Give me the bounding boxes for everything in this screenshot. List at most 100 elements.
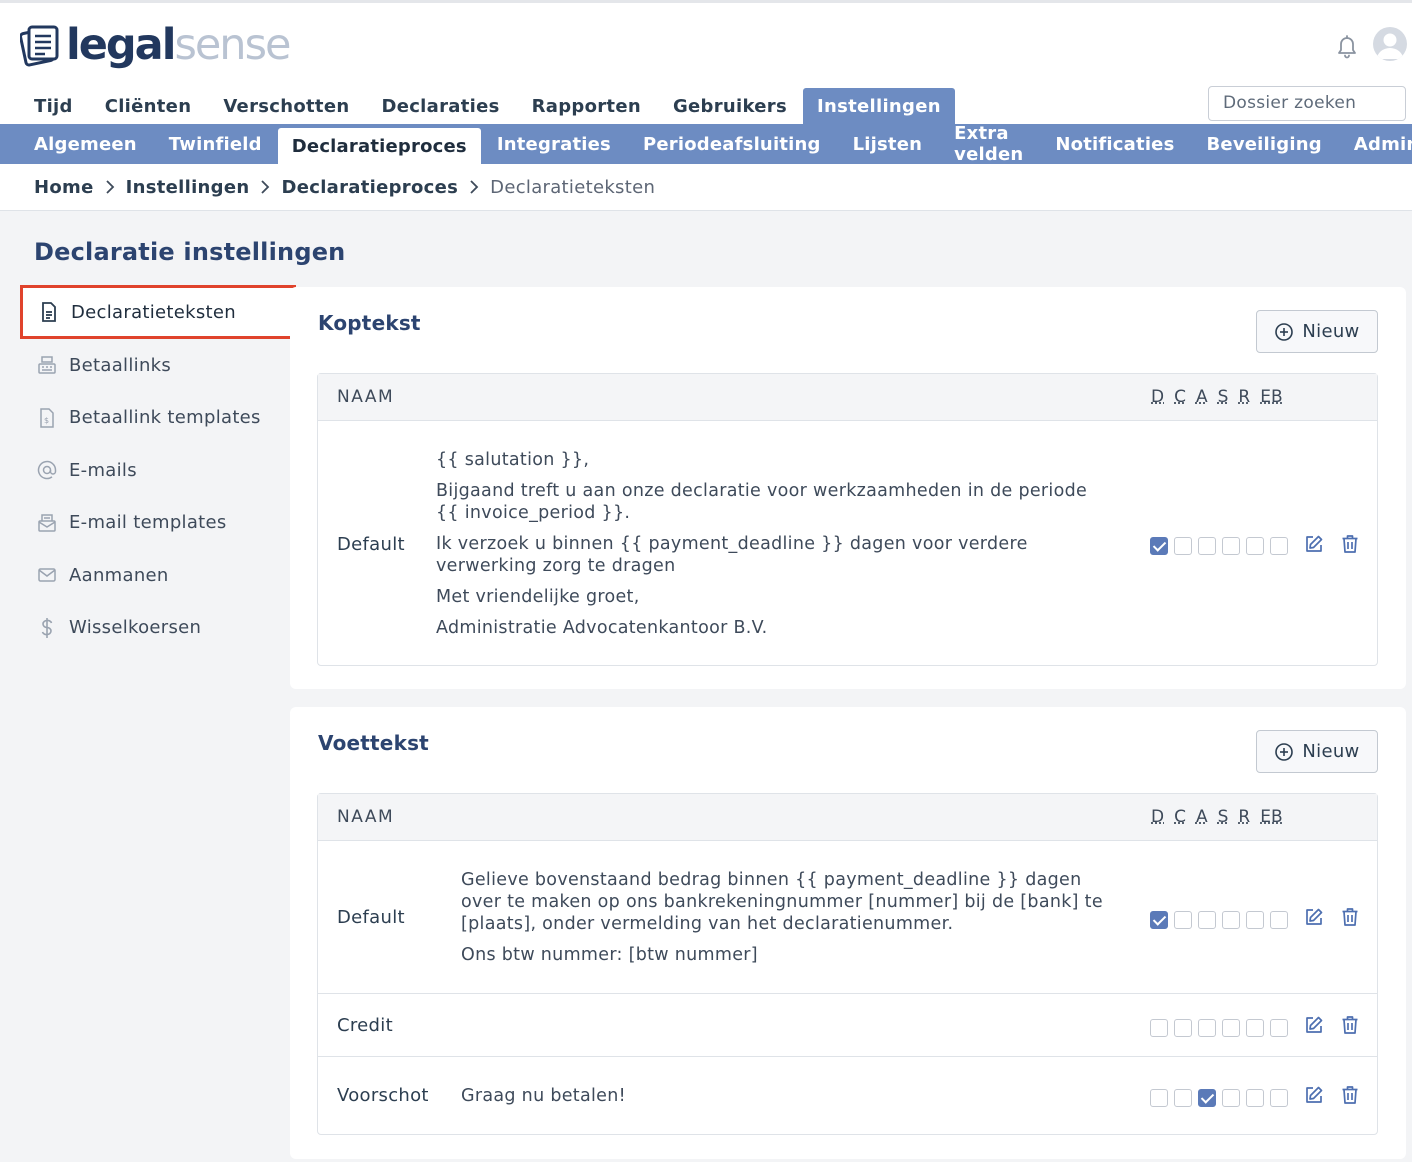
edit-icon[interactable] bbox=[1304, 1015, 1324, 1035]
subnav-tab-declaratieproces[interactable]: Declaratieproces bbox=[277, 128, 481, 164]
nav-tab-verschotten[interactable]: Verschotten bbox=[207, 88, 365, 124]
nav-tab-instellingen[interactable]: Instellingen bbox=[802, 88, 955, 124]
chevron-right-icon bbox=[105, 180, 114, 194]
subnav-tab-periodeafsluiting[interactable]: Periodeafsluiting bbox=[627, 124, 837, 164]
edit-icon[interactable] bbox=[1304, 1085, 1324, 1105]
row-text: {{ salutation }}, Bijgaand treft u aan o… bbox=[436, 449, 1096, 648]
checkbox-a[interactable] bbox=[1198, 911, 1216, 929]
flag-header-c: C bbox=[1174, 387, 1186, 407]
settings-subnavigation: Algemeen Twinfield Declaratieproces Inte… bbox=[0, 123, 1412, 165]
checkbox-a[interactable] bbox=[1198, 1019, 1216, 1037]
checkbox-a[interactable] bbox=[1198, 537, 1216, 555]
row-text: Gelieve bovenstaand bedrag binnen {{ pay… bbox=[461, 869, 1121, 975]
checkbox-eb[interactable] bbox=[1270, 1019, 1288, 1037]
at-icon bbox=[36, 459, 58, 481]
trash-icon[interactable] bbox=[1340, 907, 1360, 927]
trash-icon[interactable] bbox=[1340, 1015, 1360, 1035]
app-header: legalsense Tijd Cliënten Verschotten Dec… bbox=[0, 3, 1412, 124]
sidebar-item-label: E-mails bbox=[69, 459, 137, 481]
sidebar-item-label: Declaratieteksten bbox=[71, 301, 236, 323]
subnav-tab-integraties[interactable]: Integraties bbox=[481, 124, 627, 164]
sidebar-item-wisselkoersen[interactable]: Wisselkoersen bbox=[20, 602, 296, 655]
checkbox-d[interactable] bbox=[1150, 1019, 1168, 1037]
checkbox-eb[interactable] bbox=[1270, 1089, 1288, 1107]
plus-circle-icon bbox=[1275, 742, 1294, 761]
row-actions bbox=[1304, 1085, 1360, 1105]
checkbox-c[interactable] bbox=[1174, 911, 1192, 929]
checkbox-r[interactable] bbox=[1246, 1019, 1264, 1037]
checkbox-a[interactable] bbox=[1198, 1089, 1216, 1107]
checkbox-s[interactable] bbox=[1222, 537, 1240, 555]
sidebar-item-betaallink-templates[interactable]: $ Betaallink templates bbox=[20, 392, 296, 445]
koptekst-card: Koptekst Nieuw NAAM D C A S R EB Default… bbox=[290, 287, 1406, 689]
checkbox-s[interactable] bbox=[1222, 911, 1240, 929]
flag-checkboxes bbox=[1150, 1089, 1288, 1107]
nav-tab-clienten[interactable]: Cliënten bbox=[89, 88, 208, 124]
breadcrumb-home[interactable]: Home bbox=[34, 177, 94, 198]
new-button-label: Nieuw bbox=[1302, 741, 1360, 762]
envelope-icon bbox=[36, 564, 58, 586]
koptekst-table: NAAM D C A S R EB Default {{ salutation … bbox=[317, 373, 1378, 666]
logo-document-icon bbox=[19, 23, 60, 67]
breadcrumb-declaratieproces[interactable]: Declaratieproces bbox=[281, 177, 458, 198]
flag-header-r: R bbox=[1238, 387, 1251, 407]
checkbox-eb[interactable] bbox=[1270, 537, 1288, 555]
text-line: Ik verzoek u binnen {{ payment_deadline … bbox=[436, 534, 1028, 576]
row-actions bbox=[1304, 1015, 1360, 1035]
checkbox-c[interactable] bbox=[1174, 1019, 1192, 1037]
column-header-naam: NAAM bbox=[337, 807, 395, 827]
flag-header-a: A bbox=[1195, 387, 1208, 407]
flag-header-r: R bbox=[1238, 807, 1251, 827]
subnav-tab-notificaties[interactable]: Notificaties bbox=[1039, 124, 1190, 164]
voettekst-table: NAAM D C A S R EB Default Gelieve bovens… bbox=[317, 793, 1378, 1135]
text-line: {{ salutation }}, bbox=[436, 450, 590, 470]
voettekst-new-button[interactable]: Nieuw bbox=[1256, 730, 1378, 773]
checkbox-d[interactable] bbox=[1150, 537, 1168, 555]
subnav-tab-algemeen[interactable]: Algemeen bbox=[18, 124, 153, 164]
flag-header-s: S bbox=[1217, 807, 1229, 827]
checkbox-s[interactable] bbox=[1222, 1019, 1240, 1037]
edit-icon[interactable] bbox=[1304, 534, 1324, 554]
trash-icon[interactable] bbox=[1340, 1085, 1360, 1105]
logo[interactable]: legalsense bbox=[19, 21, 291, 69]
dossier-search-input[interactable]: Dossier zoeken bbox=[1208, 86, 1406, 121]
sidebar-item-aanmanen[interactable]: Aanmanen bbox=[20, 549, 296, 602]
checkbox-r[interactable] bbox=[1246, 537, 1264, 555]
sidebar-item-e-mails[interactable]: E-mails bbox=[20, 444, 296, 497]
subnav-tab-lijsten[interactable]: Lijsten bbox=[837, 124, 939, 164]
text-line: Gelieve bovenstaand bedrag binnen {{ pay… bbox=[461, 870, 1103, 934]
nav-tab-declaraties[interactable]: Declaraties bbox=[365, 88, 515, 124]
sidebar-item-betaallinks[interactable]: Betaallinks bbox=[20, 339, 296, 392]
checkbox-d[interactable] bbox=[1150, 911, 1168, 929]
subnav-tab-admin[interactable]: Admin bbox=[1338, 124, 1412, 164]
mail-template-icon bbox=[36, 512, 58, 534]
subnav-tab-extra-velden[interactable]: Extra velden bbox=[938, 123, 1039, 165]
subnav-tab-twinfield[interactable]: Twinfield bbox=[153, 124, 278, 164]
page-title: Declaratie instellingen bbox=[34, 238, 346, 266]
trash-icon[interactable] bbox=[1340, 534, 1360, 554]
column-header-naam: NAAM bbox=[337, 387, 395, 407]
nav-tab-rapporten[interactable]: Rapporten bbox=[516, 88, 657, 124]
nav-tab-gebruikers[interactable]: Gebruikers bbox=[657, 88, 803, 124]
sidebar-item-declaratieteksten[interactable]: Declaratieteksten bbox=[20, 285, 296, 339]
breadcrumb-instellingen[interactable]: Instellingen bbox=[126, 177, 250, 198]
voettekst-card: Voettekst Nieuw NAAM D C A S R EB Defaul… bbox=[290, 707, 1406, 1159]
checkbox-s[interactable] bbox=[1222, 1089, 1240, 1107]
user-avatar-icon[interactable] bbox=[1373, 27, 1407, 61]
row-name: Voorschot bbox=[337, 1085, 429, 1106]
edit-icon[interactable] bbox=[1304, 907, 1324, 927]
checkbox-r[interactable] bbox=[1246, 911, 1264, 929]
checkbox-c[interactable] bbox=[1174, 1089, 1192, 1107]
checkbox-eb[interactable] bbox=[1270, 911, 1288, 929]
breadcrumb: Home Instellingen Declaratieproces Decla… bbox=[0, 164, 1412, 211]
text-line: Administratie Advocatenkantoor B.V. bbox=[436, 618, 768, 638]
notifications-bell-icon[interactable] bbox=[1335, 33, 1359, 59]
nav-tab-tijd[interactable]: Tijd bbox=[18, 88, 89, 124]
sidebar-item-e-mail-templates[interactable]: E-mail templates bbox=[20, 497, 296, 550]
checkbox-d[interactable] bbox=[1150, 1089, 1168, 1107]
subnav-tab-beveiliging[interactable]: Beveiliging bbox=[1191, 124, 1338, 164]
koptekst-new-button[interactable]: Nieuw bbox=[1256, 310, 1378, 353]
checkbox-c[interactable] bbox=[1174, 537, 1192, 555]
checkbox-r[interactable] bbox=[1246, 1089, 1264, 1107]
text-line: Graag nu betalen! bbox=[461, 1086, 626, 1106]
